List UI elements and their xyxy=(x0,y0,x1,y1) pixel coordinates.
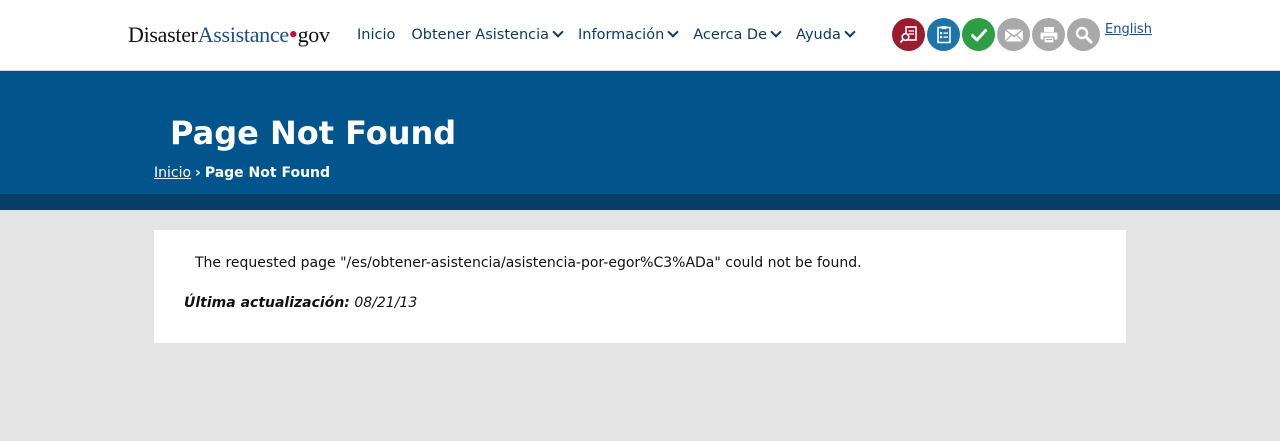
nav-inicio-label: Inicio xyxy=(357,27,396,43)
tool-icons xyxy=(892,18,1102,51)
last-updated-date: 08/21/13 xyxy=(354,295,418,311)
breadcrumb-separator: › xyxy=(195,165,201,181)
nav-acerca-de[interactable]: Acerca De xyxy=(693,24,782,46)
envelope-icon[interactable] xyxy=(997,18,1030,51)
last-updated-label: Última actualización: xyxy=(184,295,350,311)
nav-inicio[interactable]: Inicio xyxy=(357,24,395,46)
logo-text-assistance: Assistance xyxy=(197,22,289,47)
nav-obtener-asistencia-label: Obtener Asistencia xyxy=(411,27,550,43)
content-panel: The requested page "/es/obtener-asistenc… xyxy=(154,230,1126,343)
search-icon[interactable] xyxy=(1067,18,1100,51)
language-link-english[interactable]: English xyxy=(1105,22,1152,37)
last-updated: Última actualización: 08/21/13 xyxy=(184,294,417,312)
nav-acerca-de-label: Acerca De xyxy=(693,27,768,43)
site-logo[interactable]: DisasterAssistance•gov xyxy=(128,20,330,50)
site-header: DisasterAssistance•gov Inicio Obtener As… xyxy=(0,0,1280,71)
nav-informacion-label: Información xyxy=(578,27,665,43)
printer-icon[interactable] xyxy=(1032,18,1065,51)
main-nav: Inicio Obtener Asistencia Información Ac… xyxy=(357,24,870,46)
nav-ayuda-label: Ayuda xyxy=(796,27,841,43)
breadcrumb-home-link[interactable]: Inicio xyxy=(154,165,191,181)
chevron-down-icon xyxy=(844,26,856,38)
logo-text-gov: gov xyxy=(297,22,330,47)
banner-divider xyxy=(0,194,1280,210)
nav-ayuda[interactable]: Ayuda xyxy=(796,24,856,46)
page-title: Page Not Found xyxy=(170,114,457,152)
chevron-down-icon xyxy=(667,26,679,38)
chevron-down-icon xyxy=(552,26,564,38)
document-search-icon[interactable] xyxy=(892,18,925,51)
chevron-down-icon xyxy=(770,26,782,38)
breadcrumb-current: Page Not Found xyxy=(204,165,331,181)
logo-dot: • xyxy=(288,20,298,49)
nav-informacion[interactable]: Información xyxy=(578,24,679,46)
nav-obtener-asistencia[interactable]: Obtener Asistencia xyxy=(411,24,564,46)
breadcrumb: Inicio › Page Not Found xyxy=(154,163,330,183)
not-found-message: The requested page "/es/obtener-asistenc… xyxy=(195,255,862,271)
logo-text-disaster: Disaster xyxy=(128,22,198,47)
checkmark-icon[interactable] xyxy=(962,18,995,51)
checklist-icon[interactable] xyxy=(927,18,960,51)
